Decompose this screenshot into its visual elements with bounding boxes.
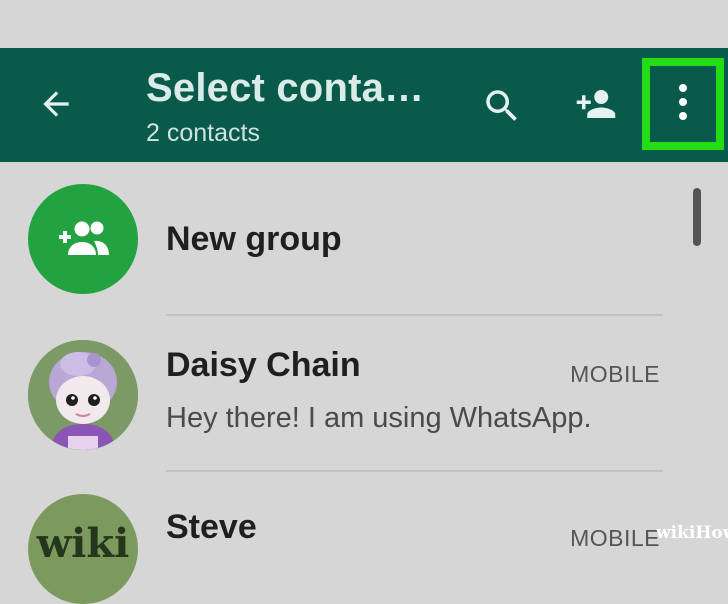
add-group-icon — [50, 215, 116, 264]
page-title: Select conta… — [146, 66, 425, 110]
avatar — [28, 340, 138, 450]
watermark: wikiHow — [656, 523, 728, 543]
search-icon — [481, 85, 523, 132]
scrollbar[interactable] — [693, 188, 701, 246]
avatar-text: wiki — [36, 520, 130, 567]
avatar: wiki — [28, 494, 138, 604]
contact-type: MOBILE — [570, 361, 660, 387]
status-bar — [0, 0, 728, 48]
new-group-row[interactable]: New group — [0, 162, 690, 312]
more-options-button[interactable] — [642, 58, 724, 150]
contact-name: Daisy Chain — [166, 346, 361, 384]
contact-name: Steve — [166, 508, 257, 546]
new-group-avatar — [28, 184, 138, 294]
contact-list: New group Daisy Chain Hey there! I am us… — [0, 162, 728, 604]
add-person-icon — [571, 83, 621, 130]
more-vert-icon — [676, 82, 690, 127]
back-button[interactable] — [24, 82, 88, 130]
contact-row[interactable]: Daisy Chain Hey there! I am using WhatsA… — [0, 316, 690, 470]
contact-count: 2 contacts — [146, 119, 260, 147]
app-toolbar: Select conta… 2 contacts — [0, 48, 728, 162]
arrow-back-icon — [37, 85, 75, 128]
new-group-label: New group — [166, 220, 342, 258]
contact-type: MOBILE — [570, 525, 660, 551]
add-contact-button[interactable] — [568, 80, 624, 132]
contact-row[interactable]: wiki Steve MOBILE — [0, 472, 690, 604]
contact-status: Hey there! I am using WhatsApp. — [166, 402, 592, 434]
search-button[interactable] — [476, 82, 528, 134]
toolbar-titles: Select conta… 2 contacts — [146, 66, 424, 148]
